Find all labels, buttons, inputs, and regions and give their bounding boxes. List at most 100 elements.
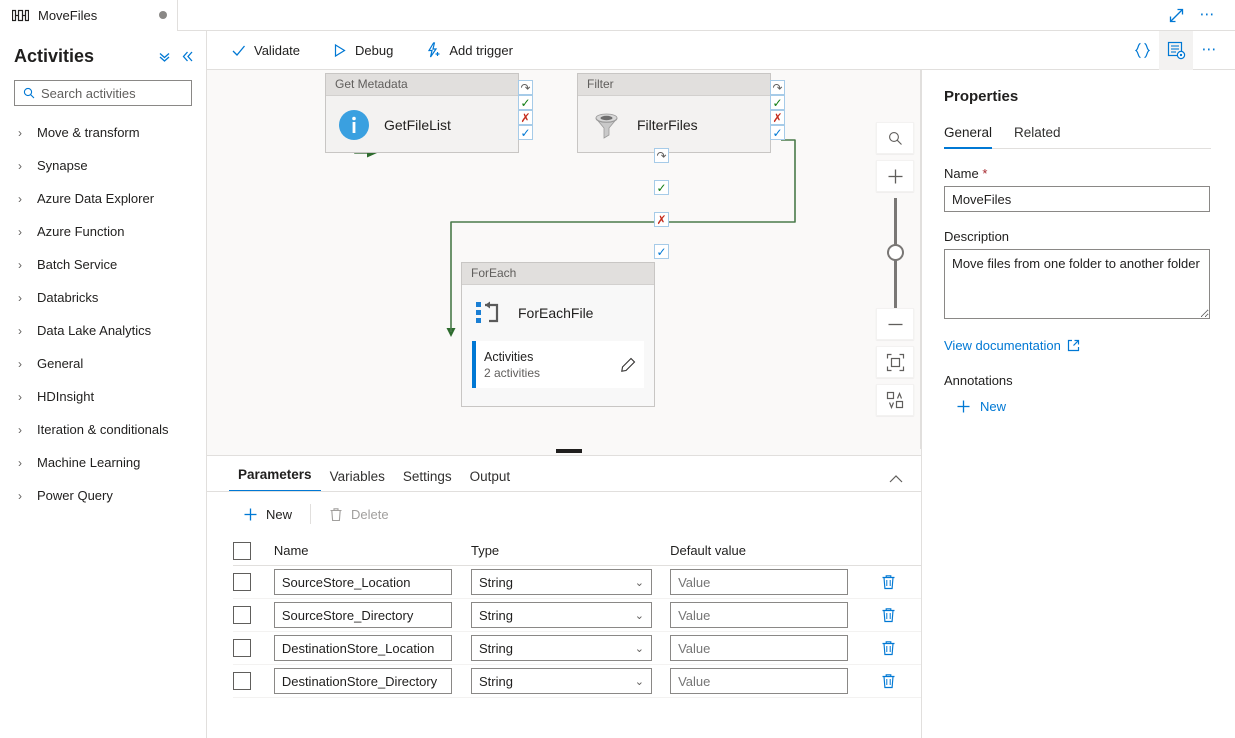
completion-check-icon[interactable]: ✓ (770, 125, 785, 140)
tab-general[interactable]: General (944, 125, 992, 149)
delete-row-trash-icon[interactable] (881, 640, 896, 656)
retry-icon[interactable]: ↷ (770, 80, 785, 95)
chevron-up-icon[interactable] (889, 474, 903, 492)
expand-icon[interactable] (1163, 3, 1189, 27)
code-braces-icon[interactable] (1125, 31, 1159, 70)
pipeline-tab-movefiles[interactable]: MoveFiles (0, 0, 178, 31)
row-checkbox[interactable] (233, 606, 251, 624)
activity-category-hdinsight[interactable]: › HDInsight (0, 380, 206, 413)
activity-category-machine-learning[interactable]: › Machine Learning (0, 446, 206, 479)
delete-row-trash-icon[interactable] (881, 673, 896, 689)
retry-icon[interactable]: ↷ (654, 148, 669, 163)
parameter-default-value-input[interactable] (670, 569, 848, 595)
delete-row-trash-icon[interactable] (881, 607, 896, 623)
parameter-type-select[interactable]: String ⌄ (471, 668, 652, 694)
toolbar-right-actions: ⋯ (1125, 31, 1235, 70)
retry-icon[interactable]: ↷ (518, 80, 533, 95)
tab-parameters[interactable]: Parameters (229, 467, 321, 492)
completion-check-icon[interactable]: ✓ (654, 244, 669, 259)
activities-title: Activities (14, 46, 94, 67)
validate-button[interactable]: Validate (221, 31, 310, 70)
activity-category-data-lake-analytics[interactable]: › Data Lake Analytics (0, 314, 206, 347)
chevron-right-icon: › (18, 456, 26, 470)
tab-related[interactable]: Related (1014, 125, 1061, 148)
activity-category-azure-function[interactable]: › Azure Function (0, 215, 206, 248)
parameter-name-input[interactable] (274, 569, 452, 595)
zoom-slider[interactable] (876, 198, 914, 308)
parameter-name-input[interactable] (274, 635, 452, 661)
success-check-icon[interactable]: ✓ (654, 180, 669, 195)
row-checkbox[interactable] (233, 573, 251, 591)
failure-x-icon[interactable]: ✗ (654, 212, 669, 227)
completion-check-icon[interactable]: ✓ (518, 125, 533, 140)
parameter-default-value-input[interactable] (670, 602, 848, 628)
row-checkbox[interactable] (233, 672, 251, 690)
splitter-drag-handle[interactable] (556, 449, 582, 453)
zoom-slider-thumb[interactable] (887, 244, 904, 261)
pipeline-name-input[interactable] (944, 186, 1210, 212)
more-icon[interactable]: ⋯ (1193, 31, 1227, 70)
parameter-name-input[interactable] (274, 602, 452, 628)
zoom-in-icon[interactable] (876, 160, 914, 192)
check-icon (231, 43, 246, 58)
parameter-default-value-input[interactable] (670, 668, 848, 694)
activity-node-filter[interactable]: Filter FilterFiles (577, 73, 771, 153)
more-icon[interactable]: ⋯ (1195, 3, 1221, 27)
parameter-default-value-input[interactable] (670, 635, 848, 661)
properties-tabs: General Related (944, 125, 1211, 149)
row-checkbox[interactable] (233, 639, 251, 657)
parameter-name-input[interactable] (274, 668, 452, 694)
chevron-right-icon: › (18, 357, 26, 371)
activity-node-foreach[interactable]: ForEach ForEachFile Activities 2 acti (461, 262, 655, 407)
activity-category-azure-data-explorer[interactable]: › Azure Data Explorer (0, 182, 206, 215)
pipeline-description-input[interactable] (944, 249, 1210, 319)
category-label: Iteration & conditionals (37, 422, 169, 437)
parameter-type-select[interactable]: String ⌄ (471, 635, 652, 661)
add-annotation-button[interactable]: New (956, 399, 1211, 414)
chevron-down-icon: ⌄ (635, 609, 644, 622)
view-documentation-link[interactable]: View documentation (944, 338, 1211, 353)
success-check-icon[interactable]: ✓ (518, 95, 533, 110)
tab-settings[interactable]: Settings (394, 469, 461, 492)
success-check-icon[interactable]: ✓ (770, 95, 785, 110)
new-parameter-button[interactable]: New (233, 501, 302, 528)
node-type-label: Filter (578, 74, 770, 96)
failure-x-icon[interactable]: ✗ (518, 110, 533, 125)
search-activities-input[interactable]: Search activities (14, 80, 192, 106)
activity-category-move-transform[interactable]: › Move & transform (0, 116, 206, 149)
activity-category-synapse[interactable]: › Synapse (0, 149, 206, 182)
fit-to-screen-icon[interactable] (876, 346, 914, 378)
tab-output[interactable]: Output (461, 469, 520, 492)
activity-category-databricks[interactable]: › Databricks (0, 281, 206, 314)
activity-category-power-query[interactable]: › Power Query (0, 479, 206, 512)
activity-node-get-metadata[interactable]: Get Metadata GetFileList (325, 73, 519, 153)
activity-category-general[interactable]: › General (0, 347, 206, 380)
parameter-type-select[interactable]: String ⌄ (471, 602, 652, 628)
failure-x-icon[interactable]: ✗ (770, 110, 785, 125)
properties-panel-icon[interactable] (1159, 31, 1193, 70)
zoom-out-icon[interactable] (876, 308, 914, 340)
tab-variables[interactable]: Variables (321, 469, 394, 492)
activity-category-iteration-conditionals[interactable]: › Iteration & conditionals (0, 413, 206, 446)
pipeline-canvas[interactable]: Get Metadata GetFileList ↷ ✓ ✗ ✓ Filter (207, 70, 921, 449)
double-chevron-down-icon[interactable] (158, 50, 171, 63)
zoom-search-icon[interactable] (876, 122, 914, 154)
azure-data-factory-pipeline-editor: MoveFiles ⋯ Activities (0, 0, 1235, 738)
select-all-checkbox[interactable] (233, 542, 251, 560)
foreach-inner-activities-box[interactable]: Activities 2 activities (472, 341, 644, 388)
chevron-right-icon: › (18, 258, 26, 272)
debug-button[interactable]: Debug (322, 31, 403, 70)
activity-category-batch-service[interactable]: › Batch Service (0, 248, 206, 281)
pencil-icon[interactable] (620, 357, 636, 373)
parameter-type-select[interactable]: String ⌄ (471, 569, 652, 595)
double-chevron-left-icon[interactable] (181, 50, 194, 63)
plus-icon (243, 507, 258, 522)
chevron-right-icon: › (18, 126, 26, 140)
parameters-table: Name Type Default value String ⌄ (207, 536, 921, 698)
description-label: Description (944, 229, 1211, 244)
add-trigger-button[interactable]: Add trigger (415, 31, 523, 70)
delete-parameter-button[interactable]: Delete (319, 501, 399, 528)
auto-align-icon[interactable] (876, 384, 914, 416)
delete-row-trash-icon[interactable] (881, 574, 896, 590)
bottom-panel-tabs: Parameters Variables Settings Output (207, 456, 921, 492)
